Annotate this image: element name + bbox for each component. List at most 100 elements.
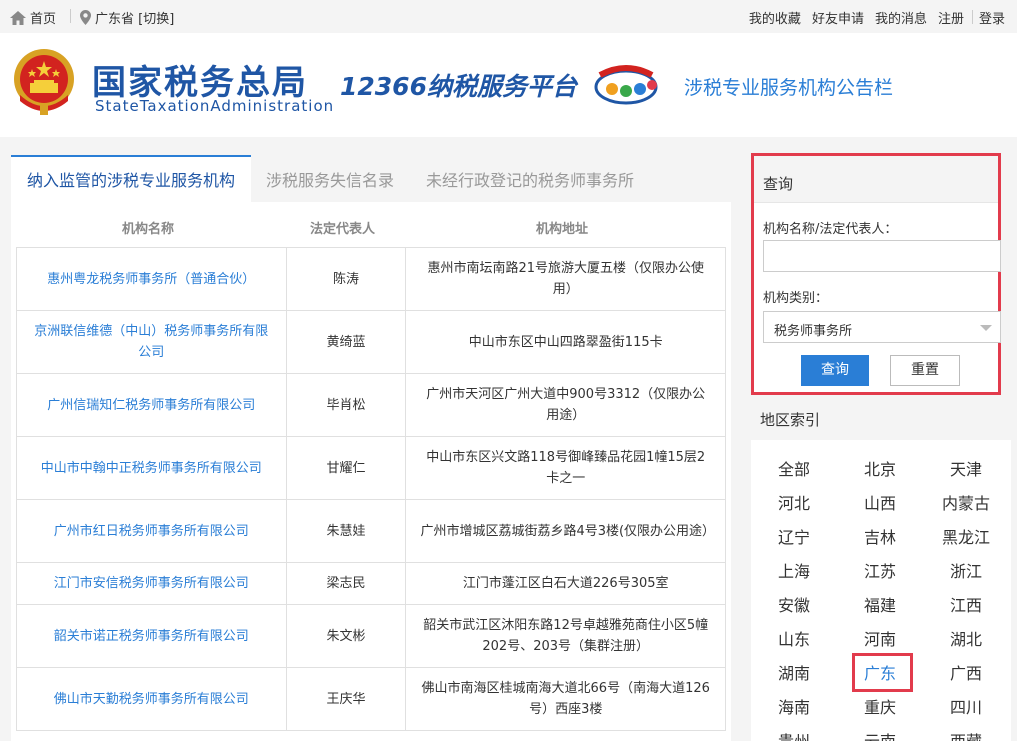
org-type-select[interactable]: 税务师事务所 [763, 311, 1001, 343]
region-item[interactable]: 云南 [850, 728, 910, 741]
chevron-down-icon [980, 325, 992, 331]
org-address: 广州市增城区荔城街荔乡路4号3楼(仅限办公用途） [405, 499, 726, 563]
table-row: 广州信瑞知仁税务师事务所有限公司 毕肖松 广州市天河区广州大道中900号3312… [16, 373, 726, 437]
home-icon [10, 10, 26, 25]
divider [971, 10, 973, 24]
table-row: 惠州粤龙税务师事务所（普通合伙） 陈涛 惠州市南坛南路21号旅游大厦五楼（仅限办… [16, 247, 726, 311]
region-item[interactable]: 湖南 [764, 660, 824, 684]
legal-rep: 朱文彬 [285, 604, 407, 668]
legal-rep: 毕肖松 [285, 373, 407, 437]
friend-request-link[interactable]: 好友申请 [812, 8, 864, 27]
org-address: 中山市东区中山四路翠盈街115卡 [405, 310, 726, 374]
region-item[interactable]: 河北 [764, 490, 824, 514]
org-address: 中山市东区兴文路118号御峰臻品花园1幢15层2卡之一 [405, 436, 726, 500]
site-logo-subtitle: StateTaxationAdministration [95, 97, 335, 115]
tab-dishonest-list[interactable]: 涉税服务失信名录 [266, 155, 394, 202]
region-item[interactable]: 江苏 [850, 558, 910, 582]
legal-rep: 黄绮蓝 [285, 310, 407, 374]
org-address: 惠州市南坛南路21号旅游大厦五楼（仅限办公使用） [405, 247, 726, 311]
region-item[interactable]: 海南 [764, 694, 824, 718]
region-header: 地区索引 [751, 398, 1011, 440]
selected-region-highlight [852, 653, 913, 692]
divider [70, 9, 71, 23]
org-table: 惠州粤龙税务师事务所（普通合伙） 陈涛 惠州市南坛南路21号旅游大厦五楼（仅限办… [16, 247, 726, 731]
region-item[interactable]: 北京 [850, 456, 910, 480]
region-item[interactable]: 上海 [764, 558, 824, 582]
home-link[interactable]: 首页 [10, 8, 56, 27]
12366-logo-icon [594, 65, 658, 105]
org-address: 江门市蓬江区白石大道226号305室 [405, 562, 726, 605]
table-row: 广州市红日税务师事务所有限公司 朱慧娃 广州市增城区荔城街荔乡路4号3楼(仅限办… [16, 499, 726, 563]
region-item[interactable]: 全部 [764, 456, 824, 480]
org-name-link[interactable]: 广州信瑞知仁税务师事务所有限公司 [16, 373, 287, 437]
org-type-value: 税务师事务所 [774, 324, 853, 339]
org-address: 佛山市南海区桂城南海大道北66号（南海大道126号）西座3楼 [405, 667, 726, 731]
legal-rep: 王庆华 [285, 667, 407, 731]
user-links: 我的收藏 好友申请 我的消息 注册 登录 [738, 8, 1005, 27]
region-title: 地区索引 [760, 411, 821, 429]
board-title: 涉税专业服务机构公告栏 [684, 77, 894, 99]
region-item[interactable]: 西藏 [936, 728, 996, 741]
org-name-link[interactable]: 江门市安信税务师事务所有限公司 [16, 562, 287, 605]
org-name-link[interactable]: 韶关市诺正税务师事务所有限公司 [16, 604, 287, 668]
org-name-link[interactable]: 广州市红日税务师事务所有限公司 [16, 499, 287, 563]
query-title: 查询 [763, 175, 794, 193]
location-switch[interactable]: 广东省 [切换] [80, 8, 174, 27]
home-label: 首页 [30, 12, 57, 27]
org-address: 广州市天河区广州大道中900号3312（仅限办公用途） [405, 373, 726, 437]
region-item[interactable]: 吉林 [850, 524, 910, 548]
region-item[interactable]: 辽宁 [764, 524, 824, 548]
column-header-rep: 法定代表人 [310, 222, 376, 237]
org-list-panel: 纳入监管的涉税专业服务机构 涉税服务失信名录 未经行政登记的税务师事务所 机构名… [11, 155, 731, 741]
org-type-label: 机构类别： [763, 291, 829, 306]
query-panel: 查询 机构名称/法定代表人： 机构类别： 税务师事务所 查询 重置 [751, 153, 1001, 395]
tab-unregistered-firms[interactable]: 未经行政登记的税务师事务所 [426, 155, 634, 202]
tab-supervised-orgs[interactable]: 纳入监管的涉税专业服务机构 [11, 155, 252, 202]
org-name-link[interactable]: 佛山市天勤税务师事务所有限公司 [16, 667, 287, 731]
org-address: 韶关市武江区沐阳东路12号卓越雅苑商住小区5幢202号、203号（集群注册） [405, 604, 726, 668]
legal-rep: 梁志民 [285, 562, 407, 605]
register-link[interactable]: 注册 [938, 8, 964, 27]
location-label: 广东省 [切换] [95, 12, 175, 27]
org-name-link[interactable]: 惠州粤龙税务师事务所（普通合伙） [16, 247, 287, 311]
national-emblem-icon [14, 49, 74, 115]
reset-button[interactable]: 重置 [890, 355, 960, 386]
org-name-link[interactable]: 京洲联信维德（中山）税务师事务所有限公司 [16, 310, 287, 374]
column-header-name: 机构名称 [122, 222, 175, 237]
region-item[interactable]: 福建 [850, 592, 910, 616]
region-item[interactable]: 四川 [936, 694, 996, 718]
login-link[interactable]: 登录 [979, 8, 1005, 27]
name-rep-input[interactable] [763, 240, 1001, 272]
region-item[interactable]: 山东 [764, 626, 824, 650]
region-item[interactable]: 山西 [850, 490, 910, 514]
table-row: 佛山市天勤税务师事务所有限公司 王庆华 佛山市南海区桂城南海大道北66号（南海大… [16, 667, 726, 731]
table-row: 中山市中翰中正税务师事务所有限公司 甘耀仁 中山市东区兴文路118号御峰臻品花园… [16, 436, 726, 500]
region-item[interactable]: 安徽 [764, 592, 824, 616]
region-item[interactable]: 黑龙江 [936, 524, 996, 548]
region-item[interactable]: 天津 [936, 456, 996, 480]
location-pin-icon [80, 10, 91, 25]
legal-rep: 朱慧娃 [285, 499, 407, 563]
messages-link[interactable]: 我的消息 [875, 8, 927, 27]
region-item[interactable]: 重庆 [850, 694, 910, 718]
legal-rep: 陈涛 [285, 247, 407, 311]
region-item[interactable]: 浙江 [936, 558, 996, 582]
search-button[interactable]: 查询 [801, 355, 869, 386]
org-name-link[interactable]: 中山市中翰中正税务师事务所有限公司 [16, 436, 287, 500]
favorites-link[interactable]: 我的收藏 [749, 8, 801, 27]
table-header: 机构名称 法定代表人 机构地址 [11, 202, 731, 247]
query-header: 查询 [754, 156, 998, 203]
column-header-address: 机构地址 [536, 222, 589, 237]
tab-bar: 纳入监管的涉税专业服务机构 涉税服务失信名录 未经行政登记的税务师事务所 [11, 155, 731, 202]
region-item[interactable]: 江西 [936, 592, 996, 616]
table-row: 京洲联信维德（中山）税务师事务所有限公司 黄绮蓝 中山市东区中山四路翠盈街115… [16, 310, 726, 374]
region-item[interactable]: 广西 [936, 660, 996, 684]
name-rep-label: 机构名称/法定代表人： [763, 222, 898, 237]
region-item[interactable]: 内蒙古 [936, 490, 996, 514]
region-item[interactable]: 河南 [850, 626, 910, 650]
region-item[interactable]: 湖北 [936, 626, 996, 650]
region-item[interactable]: 贵州 [764, 728, 824, 741]
site-header: 国家税务总局 StateTaxationAdministration 12366… [0, 33, 1017, 137]
top-bar: 首页 广东省 [切换] 我的收藏 好友申请 我的消息 注册 登录 [0, 0, 1017, 33]
table-row: 江门市安信税务师事务所有限公司 梁志民 江门市蓬江区白石大道226号305室 [16, 562, 726, 605]
